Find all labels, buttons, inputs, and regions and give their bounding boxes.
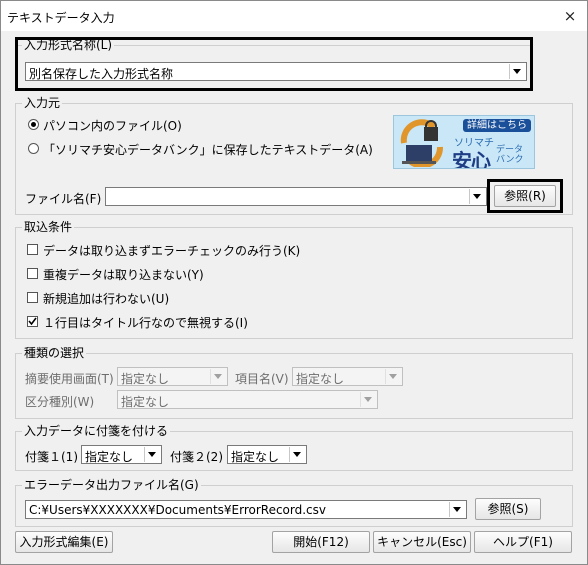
category-type-label: 区分種別(W)	[25, 395, 95, 409]
radio-data-bank[interactable]	[28, 143, 39, 154]
error-output-select[interactable]: C:¥Users¥XXXXXXX¥Documents¥ErrorRecord.c…	[25, 500, 467, 519]
no-new-entries-label[interactable]: 新規追加は行わない(U)	[43, 290, 169, 307]
badge-brand-3a: データ	[496, 145, 524, 155]
tags-label: 入力データに付箋を付ける	[22, 424, 171, 438]
error-check-only-label[interactable]: データは取り込まずエラーチェックのみ行う(K)	[43, 242, 300, 259]
ignore-title-row-label[interactable]: １行目はタイトル行なので無視する(I)	[43, 314, 248, 331]
chevron-down-icon[interactable]	[289, 447, 305, 462]
browse-error-file-button[interactable]: 参照(S)	[475, 498, 541, 520]
tag1-value: 指定なし	[85, 450, 134, 464]
error-output-label: エラーデータ出力ファイル名(G)	[22, 478, 201, 492]
lock-laptop-icon	[400, 119, 443, 167]
start-button[interactable]: 開始(F12)	[272, 531, 370, 553]
edit-format-button[interactable]: 入力形式編集(E)	[15, 531, 113, 553]
checkbox-skip-duplicates[interactable]	[27, 268, 38, 279]
skip-duplicates-label[interactable]: 重複データは取り込まない(Y)	[43, 266, 204, 283]
import-conditions-label: 取込条件	[22, 220, 75, 234]
radio-pc-file[interactable]	[28, 119, 39, 130]
summary-screen-label: 摘要使用画面(T)	[25, 372, 114, 386]
badge-brand-3b: バンク	[496, 155, 524, 165]
badge-brand-3: データ バンク	[496, 145, 523, 165]
tag1-label: 付箋１(1)	[25, 450, 78, 464]
input-source-label: 入力元	[22, 96, 63, 110]
category-type-value: 指定なし	[121, 395, 170, 409]
tag2-label: 付箋２(2)	[170, 450, 223, 464]
chevron-down-icon[interactable]	[360, 392, 376, 407]
highlight-frame-browse	[487, 179, 563, 213]
tag1-select[interactable]: 指定なし	[81, 445, 162, 464]
radio-data-bank-label[interactable]: 「ソリマチ安心データバンク」に保存したテキストデータ(A)	[43, 141, 373, 158]
type-selection-label: 種類の選択	[22, 346, 87, 360]
summary-screen-select[interactable]: 指定なし	[117, 367, 228, 386]
checkbox-ignore-title-row[interactable]	[27, 316, 38, 327]
file-name-label: ファイル名(F)	[25, 192, 102, 206]
window-title: テキストデータ入力	[7, 11, 115, 25]
badge-details-label: 詳細はこちら	[463, 119, 531, 132]
category-type-select[interactable]: 指定なし	[117, 390, 378, 409]
tag2-value: 指定なし	[231, 450, 280, 464]
chevron-down-icon[interactable]	[210, 369, 226, 384]
highlight-frame-format	[15, 37, 533, 91]
summary-screen-value: 指定なし	[121, 372, 170, 386]
radio-pc-file-label[interactable]: パソコン内のファイル(O)	[43, 117, 182, 134]
close-icon[interactable]: ×	[559, 6, 581, 26]
chevron-down-icon[interactable]	[385, 369, 401, 384]
error-output-value: C:¥Users¥XXXXXXX¥Documents¥ErrorRecord.c…	[29, 503, 327, 517]
item-name-select[interactable]: 指定なし	[292, 367, 403, 386]
help-button[interactable]: ヘルプ(F1)	[474, 531, 572, 553]
title-bar: テキストデータ入力 ×	[1, 1, 587, 31]
chevron-down-icon[interactable]	[449, 502, 465, 517]
cancel-button[interactable]: キャンセル(Esc)	[373, 531, 471, 553]
chevron-down-icon[interactable]	[469, 189, 485, 204]
item-name-label: 項目名(V)	[235, 372, 289, 386]
checkbox-no-new-entries[interactable]	[27, 292, 38, 303]
checkmark-icon	[28, 317, 37, 326]
item-name-value: 指定なし	[296, 372, 345, 386]
file-name-select[interactable]	[105, 187, 487, 206]
checkbox-error-check-only[interactable]	[27, 244, 38, 255]
data-bank-banner[interactable]: 詳細はこちら ソリマチ 安心 データ バンク	[393, 115, 535, 169]
dialog-window: テキストデータ入力 × 入力形式名称(L) 別名保存した入力形式名称 入力元 パ…	[0, 0, 588, 565]
badge-brand-2: 安心	[452, 149, 491, 169]
tag2-select[interactable]: 指定なし	[227, 445, 307, 464]
chevron-down-icon[interactable]	[144, 447, 160, 462]
